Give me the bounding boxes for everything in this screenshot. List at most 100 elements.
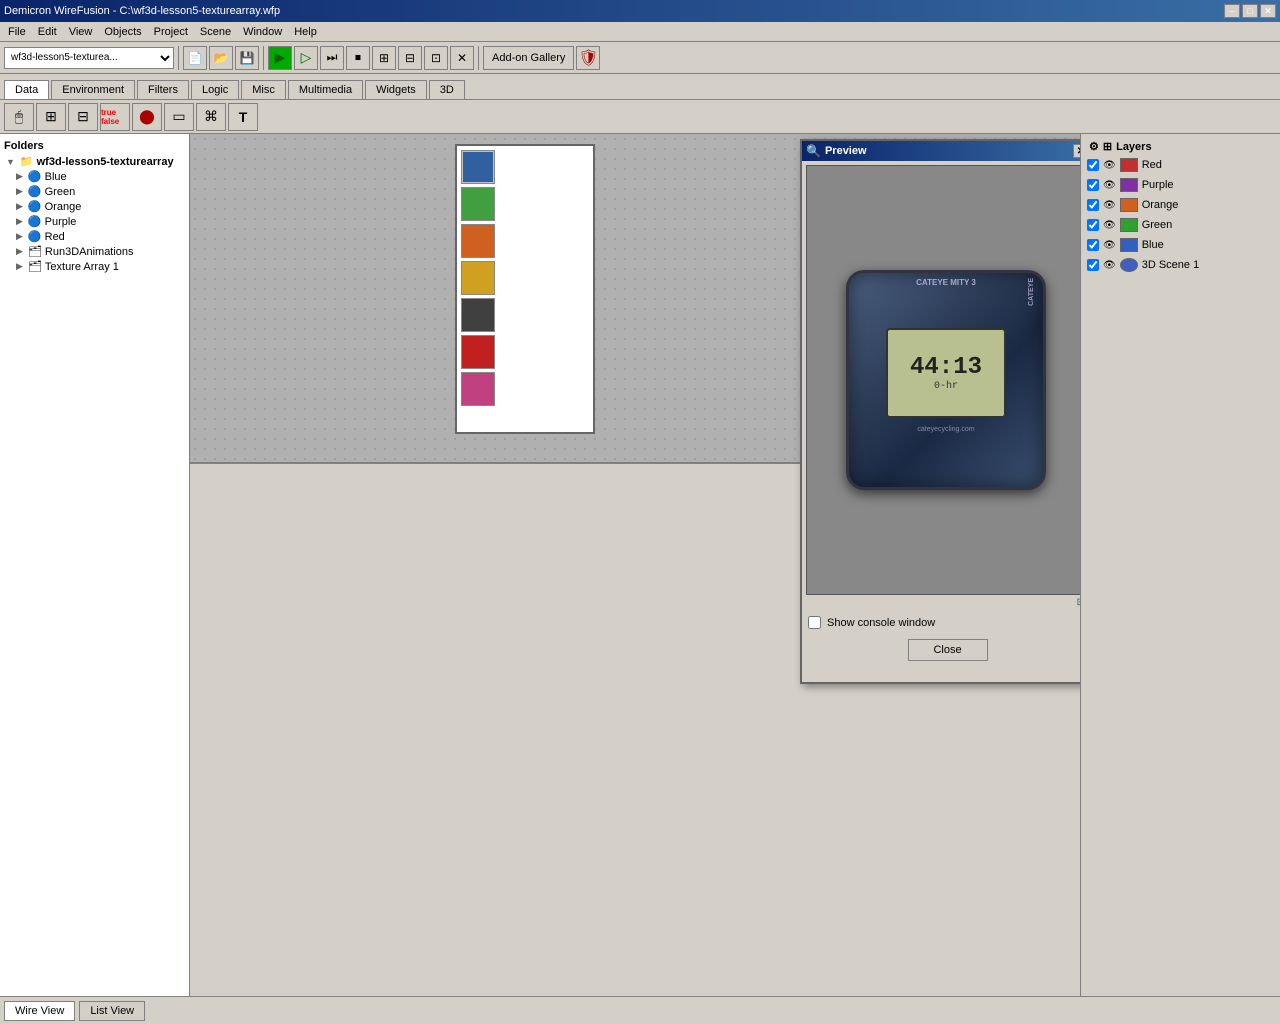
tool-row: 🖱 ⊞ ⊟ true false ⬤ ▭ ⌘ T bbox=[0, 100, 1280, 134]
sidebar: Folders ▼ 📁 wf3d-lesson5-texturearray ▶ … bbox=[0, 134, 190, 996]
show-console-label: Show console window bbox=[827, 617, 935, 629]
layer-purple-eye[interactable]: 👁 bbox=[1103, 180, 1116, 191]
bottom-bar: Wire View List View bbox=[0, 996, 1280, 1024]
layer-orange: 👁 Orange bbox=[1085, 195, 1276, 215]
tool-true-false[interactable]: true false bbox=[100, 103, 130, 131]
shield-icon[interactable]: 🛡 bbox=[576, 46, 600, 70]
preview-device: CATEYE CATEYE MITY 3 44:13 0-hr cateyecy… bbox=[846, 270, 1046, 490]
tab-multimedia[interactable]: Multimedia bbox=[288, 80, 363, 99]
layers-panel: ⚙ ⊞ Layers 👁 Red 👁 Purple 👁 Orange 👁 Gre bbox=[1080, 134, 1280, 996]
tool-snap[interactable]: ⊟ bbox=[68, 103, 98, 131]
tab-environment[interactable]: Environment bbox=[51, 80, 135, 99]
preview-dialog-close[interactable]: ✕ bbox=[1073, 144, 1080, 158]
layer-orange-eye[interactable]: 👁 bbox=[1103, 200, 1116, 211]
tool-text[interactable]: T bbox=[228, 103, 258, 131]
layer-orange-check[interactable] bbox=[1087, 199, 1099, 211]
tree-red[interactable]: ▶ 🔵 Red bbox=[4, 229, 185, 244]
layer-purple: 👁 Purple bbox=[1085, 175, 1276, 195]
layer-green-eye[interactable]: 👁 bbox=[1103, 220, 1116, 231]
tab-data[interactable]: Data bbox=[4, 80, 49, 99]
expand-blue-icon[interactable]: ▶ bbox=[16, 171, 23, 182]
device-brand-label: CATEYE bbox=[1028, 278, 1035, 306]
tex-swatch-yellow[interactable] bbox=[461, 261, 495, 295]
tool-rect[interactable]: ▭ bbox=[164, 103, 194, 131]
play-button[interactable]: ▶ bbox=[268, 46, 292, 70]
menu-project[interactable]: Project bbox=[148, 24, 194, 40]
layer-green-check[interactable] bbox=[1087, 219, 1099, 231]
tex-swatch-orange[interactable] bbox=[461, 224, 495, 258]
record-button[interactable]: ⊡ bbox=[424, 46, 448, 70]
menu-window[interactable]: Window bbox=[237, 24, 288, 40]
addon-gallery-button[interactable]: Add-on Gallery bbox=[483, 46, 574, 70]
layer-blue-eye[interactable]: 👁 bbox=[1103, 240, 1116, 251]
tree-purple[interactable]: ▶ 🔵 Purple bbox=[4, 214, 185, 229]
menu-help[interactable]: Help bbox=[288, 24, 323, 40]
layer-green-color bbox=[1120, 218, 1138, 232]
maximize-button[interactable]: □ bbox=[1242, 4, 1258, 18]
layer-purple-color bbox=[1120, 178, 1138, 192]
tree-texture-array[interactable]: ▶ 🗂 Texture Array 1 bbox=[4, 259, 185, 274]
layer-blue: 👁 Blue bbox=[1085, 235, 1276, 255]
separator3 bbox=[478, 46, 479, 70]
layer-red: 👁 Red bbox=[1085, 155, 1276, 175]
play2-button[interactable]: ▷ bbox=[294, 46, 318, 70]
project-dropdown[interactable]: wf3d-lesson5-texturea... bbox=[4, 47, 174, 69]
layer-3dscene-check[interactable] bbox=[1087, 259, 1099, 271]
layers-settings-icon[interactable]: ⚙ bbox=[1089, 140, 1099, 153]
separator2 bbox=[263, 46, 264, 70]
root-icon: 📁 bbox=[20, 155, 34, 168]
layer-blue-check[interactable] bbox=[1087, 239, 1099, 251]
menu-scene[interactable]: Scene bbox=[194, 24, 237, 40]
stop-button[interactable]: ⏹ bbox=[346, 46, 370, 70]
layer-red-color bbox=[1120, 158, 1138, 172]
minimize-button[interactable]: – bbox=[1224, 4, 1240, 18]
tool-circle[interactable]: ⬤ bbox=[132, 103, 162, 131]
tab-logic[interactable]: Logic bbox=[191, 80, 239, 99]
tool-grid[interactable]: ⊞ bbox=[36, 103, 66, 131]
tree-root[interactable]: ▼ 📁 wf3d-lesson5-texturearray bbox=[4, 154, 185, 169]
tab-widgets[interactable]: Widgets bbox=[365, 80, 427, 99]
open-button[interactable]: 📂 bbox=[209, 46, 233, 70]
layer-purple-check[interactable] bbox=[1087, 179, 1099, 191]
tex-swatch-pink[interactable] bbox=[461, 372, 495, 406]
show-console-checkbox[interactable] bbox=[808, 616, 821, 629]
tab-3d[interactable]: 3D bbox=[429, 80, 465, 99]
preview-close-btn-row: Close bbox=[806, 635, 1080, 665]
layer-red-label: Red bbox=[1142, 159, 1162, 171]
layer-3dscene-color bbox=[1120, 258, 1138, 272]
wire-view-tab[interactable]: Wire View bbox=[4, 1001, 75, 1021]
close-button[interactable]: ✕ bbox=[1260, 4, 1276, 18]
tree-blue[interactable]: ▶ 🔵 Blue bbox=[4, 169, 185, 184]
tex-swatch-red[interactable] bbox=[461, 335, 495, 369]
step-button[interactable]: ⏭ bbox=[320, 46, 344, 70]
layer-3dscene-eye[interactable]: 👁 bbox=[1103, 260, 1116, 271]
tree-green[interactable]: ▶ 🔵 Green bbox=[4, 184, 185, 199]
frame-button[interactable]: ⊞ bbox=[372, 46, 396, 70]
menu-file[interactable]: File bbox=[2, 24, 32, 40]
tab-misc[interactable]: Misc bbox=[241, 80, 286, 99]
top-canvas: 🔍 Preview ✕ CATEYE CATEYE MITY 3 44:13 bbox=[190, 134, 1080, 464]
tab-filters[interactable]: Filters bbox=[137, 80, 189, 99]
expand-icon[interactable]: ▼ bbox=[6, 157, 15, 167]
tex-swatch-dark[interactable] bbox=[461, 298, 495, 332]
tool-connect[interactable]: ⌘ bbox=[196, 103, 226, 131]
preview-checkbox-row: Show console window bbox=[806, 610, 1080, 635]
tree-orange[interactable]: ▶ 🔵 Orange bbox=[4, 199, 185, 214]
cut-button[interactable]: ✕ bbox=[450, 46, 474, 70]
tree-run3d[interactable]: ▶ 🗂 Run3DAnimations bbox=[4, 244, 185, 259]
new-button[interactable]: 📄 bbox=[183, 46, 207, 70]
preview-button[interactable]: ⊟ bbox=[398, 46, 422, 70]
menu-objects[interactable]: Objects bbox=[98, 24, 147, 40]
layer-blue-color bbox=[1120, 238, 1138, 252]
tool-select[interactable]: 🖱 bbox=[4, 103, 34, 131]
list-view-tab[interactable]: List View bbox=[79, 1001, 145, 1021]
tex-swatch-green[interactable] bbox=[461, 187, 495, 221]
layer-red-check[interactable] bbox=[1087, 159, 1099, 171]
menu-edit[interactable]: Edit bbox=[32, 24, 63, 40]
preview-dialog-titlebar: 🔍 Preview ✕ bbox=[802, 141, 1080, 161]
layer-red-eye[interactable]: 👁 bbox=[1103, 160, 1116, 171]
preview-close-button[interactable]: Close bbox=[908, 639, 988, 661]
menu-view[interactable]: View bbox=[63, 24, 99, 40]
save-button[interactable]: 💾 bbox=[235, 46, 259, 70]
tex-swatch-blue[interactable] bbox=[461, 150, 495, 184]
